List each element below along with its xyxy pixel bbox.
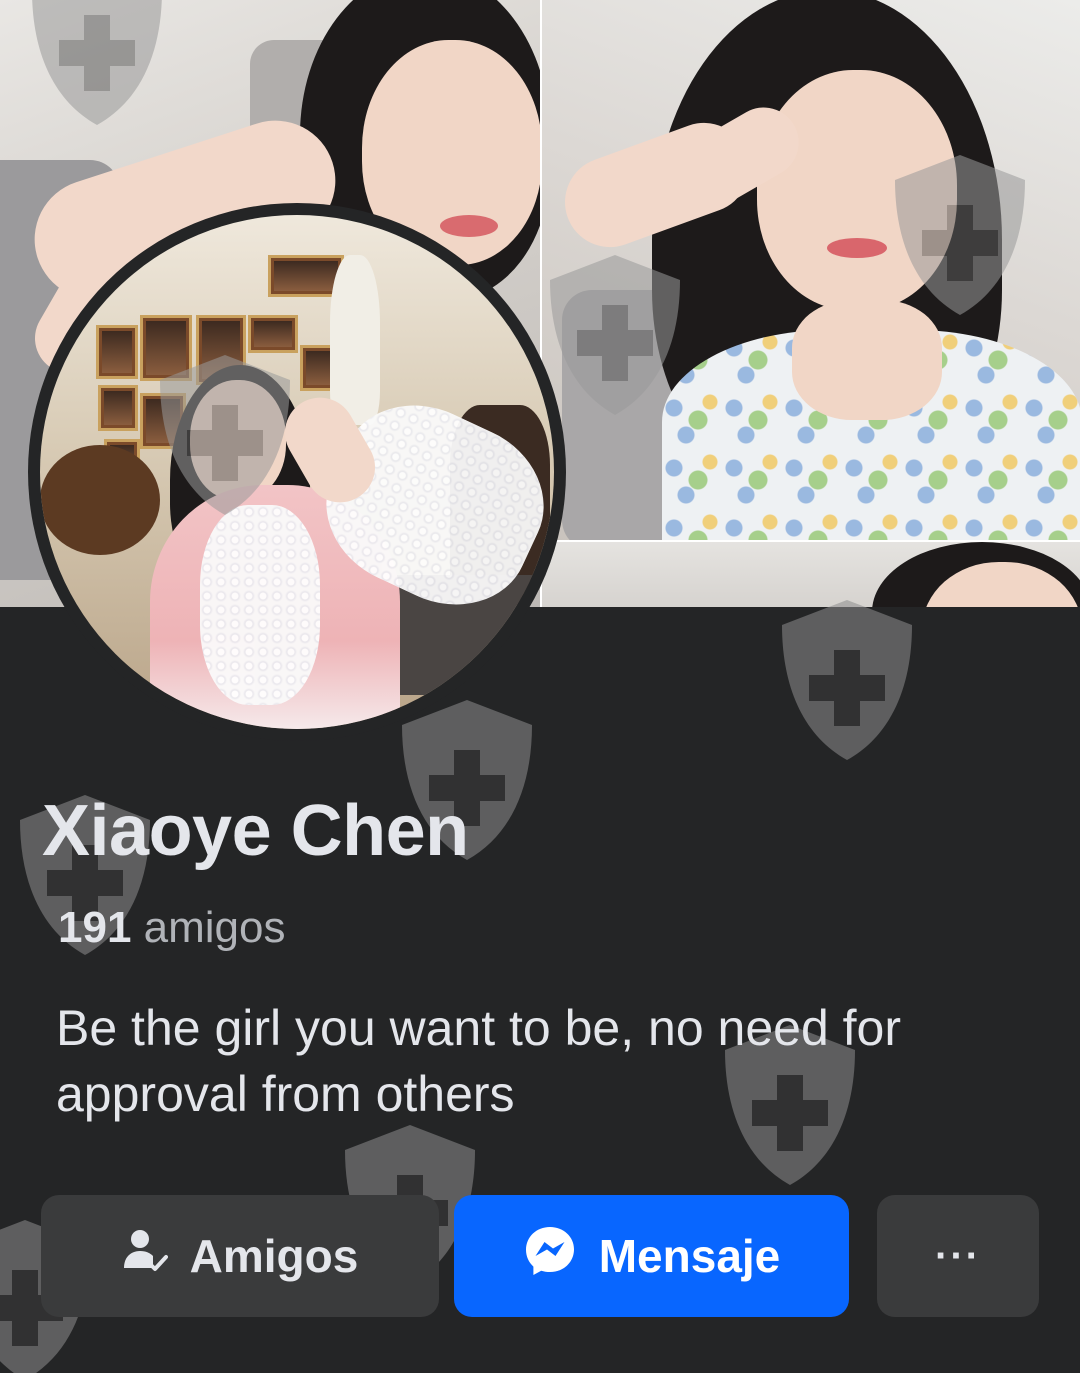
message-button-label: Mensaje	[598, 1230, 781, 1282]
friends-button[interactable]: Amigos	[41, 1195, 439, 1317]
profile-picture[interactable]	[28, 203, 566, 741]
messenger-icon	[523, 1224, 577, 1289]
cover-photo-3[interactable]	[542, 542, 1080, 607]
shield-plus-icon	[782, 600, 912, 760]
message-button[interactable]: Mensaje	[454, 1195, 849, 1317]
profile-name: Xiaoye Chen	[42, 791, 469, 871]
more-dots-icon: ···	[935, 1233, 981, 1278]
more-options-button[interactable]: ···	[877, 1195, 1039, 1317]
profile-bio: Be the girl you want to be, no need for …	[56, 1000, 901, 1122]
friends-count: 191	[58, 903, 132, 952]
friends-button-label: Amigos	[189, 1230, 359, 1282]
cover-photo-2[interactable]	[542, 0, 1080, 540]
friends-label: amigos	[143, 903, 286, 952]
person-check-icon	[122, 1228, 168, 1285]
profile-page: Xiaoye Chen 191 amigos Be the girl you w…	[0, 0, 1080, 1373]
friends-count-link[interactable]: 191 amigos	[58, 903, 286, 953]
